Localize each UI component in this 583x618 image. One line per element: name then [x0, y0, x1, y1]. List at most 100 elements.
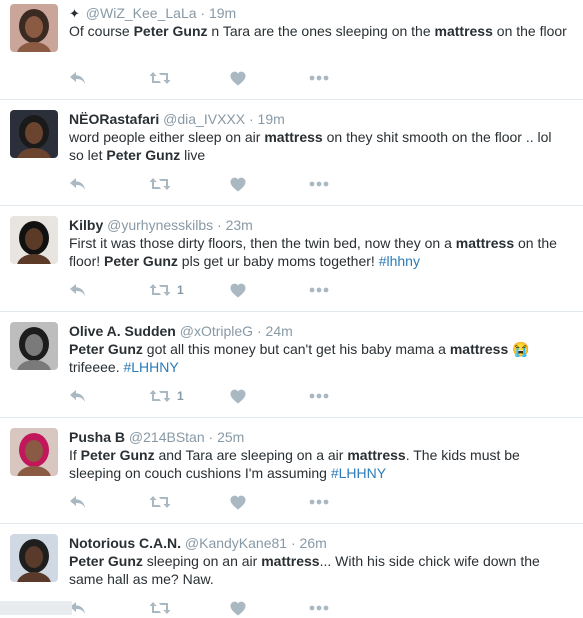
reply-button[interactable] [69, 386, 87, 406]
user-display-name[interactable]: Kilby [69, 217, 103, 233]
like-button[interactable] [230, 174, 246, 194]
more-button[interactable] [309, 386, 329, 406]
tweet-header: Pusha B @214BStan · 25m [69, 428, 244, 446]
tweet-actions: 1 [69, 386, 369, 406]
more-button[interactable] [309, 280, 329, 300]
user-handle[interactable]: @dia_IVXXX [163, 111, 245, 127]
tweet-text: Peter Gunz got all this money but can't … [69, 340, 569, 376]
tweet-actions [69, 174, 369, 194]
text-segment: First it was those dirty floors, then th… [69, 235, 456, 251]
tweet-header: ✦ @WiZ_Kee_LaLa · 19m [69, 4, 236, 23]
tweet: Notorious C.A.N. @KandyKane81 · 26m Pete… [0, 524, 583, 615]
retweet-count: 1 [177, 389, 184, 403]
user-handle[interactable]: @KandyKane81 [185, 535, 287, 551]
user-display-name[interactable]: NËORastafari [69, 111, 159, 127]
text-segment: word people either sleep on air [69, 129, 265, 145]
hashtag-link[interactable]: #LHHNY [331, 465, 386, 481]
avatar[interactable] [10, 4, 58, 52]
bold-keyword: Peter Gunz [133, 23, 208, 39]
text-segment: Of course [69, 23, 134, 39]
heart-icon [230, 495, 246, 510]
user-handle[interactable]: @WiZ_Kee_LaLa [86, 5, 197, 21]
reply-icon [69, 389, 87, 403]
retweet-button[interactable]: 1 [149, 280, 184, 300]
avatar[interactable] [10, 428, 58, 476]
tweet-actions: 1 [69, 280, 369, 300]
separator-dot: · [217, 217, 226, 233]
tweet-text: If Peter Gunz and Tara are sleeping on a… [69, 446, 569, 482]
more-dots-icon [309, 393, 329, 399]
tweet-text: word people either sleep on air mattress… [69, 128, 569, 164]
more-button[interactable] [309, 598, 329, 618]
text-segment: If [69, 447, 81, 463]
reply-button[interactable] [69, 492, 87, 512]
heart-icon [230, 283, 246, 298]
user-handle[interactable]: @214BStan [129, 429, 205, 445]
bold-keyword: Peter Gunz [106, 147, 181, 163]
bold-keyword: Peter Gunz [69, 341, 143, 357]
timestamp[interactable]: 25m [217, 429, 244, 445]
user-handle[interactable]: @xOtripleG [180, 323, 253, 339]
reply-button[interactable] [69, 174, 87, 194]
user-handle[interactable]: @yurhynesskilbs [107, 217, 213, 233]
hashtag-link[interactable]: #lhhny [379, 253, 420, 269]
avatar[interactable] [10, 534, 58, 582]
retweet-button[interactable] [149, 598, 177, 618]
like-button[interactable] [230, 68, 246, 88]
tweet: Pusha B @214BStan · 25m If Peter Gunz an… [0, 418, 583, 524]
reply-icon [69, 177, 87, 191]
tweet: Kilby @yurhynesskilbs · 23m First it was… [0, 206, 583, 312]
timestamp[interactable]: 19m [258, 111, 285, 127]
more-dots-icon [309, 287, 329, 293]
hashtag-link[interactable]: #LHHNY [123, 359, 178, 375]
like-button[interactable] [230, 492, 246, 512]
text-segment: and Tara are sleeping on a air [154, 447, 348, 463]
text-segment: pls get ur baby moms together! [177, 253, 379, 269]
retweet-button[interactable] [149, 492, 177, 512]
retweet-icon [149, 389, 171, 403]
retweet-button[interactable]: 1 [149, 386, 184, 406]
more-button[interactable] [309, 68, 329, 88]
timestamp[interactable]: 19m [209, 5, 236, 21]
avatar[interactable] [10, 110, 58, 158]
user-display-name[interactable]: Notorious C.A.N. [69, 535, 181, 551]
tweet: NËORastafari @dia_IVXXX · 19m word peopl… [0, 100, 583, 206]
tweet-header: Olive A. Sudden @xOtripleG · 24m [69, 322, 293, 340]
heart-icon [230, 71, 246, 86]
tweet-actions [69, 68, 369, 88]
timestamp[interactable]: 24m [266, 323, 293, 339]
text-segment: n Tara are the ones sleeping on the [207, 23, 435, 39]
like-button[interactable] [230, 598, 246, 618]
retweet-icon [149, 495, 171, 509]
retweet-button[interactable] [149, 174, 177, 194]
more-button[interactable] [309, 492, 329, 512]
avatar[interactable] [10, 322, 58, 370]
reply-button[interactable] [69, 280, 87, 300]
tweet-actions [69, 598, 369, 618]
bold-keyword: Peter Gunz [104, 253, 178, 269]
like-button[interactable] [230, 280, 246, 300]
like-button[interactable] [230, 386, 246, 406]
user-display-name[interactable]: Olive A. Sudden [69, 323, 176, 339]
reply-icon [69, 71, 87, 85]
retweet-icon [149, 71, 171, 85]
more-button[interactable] [309, 174, 329, 194]
reply-icon [69, 283, 87, 297]
avatar[interactable] [10, 216, 58, 264]
text-segment: sleeping on an air [142, 553, 262, 569]
retweet-icon [149, 283, 171, 297]
tweet-header: NËORastafari @dia_IVXXX · 19m [69, 110, 285, 128]
more-dots-icon [309, 499, 329, 505]
user-display-name[interactable]: Pusha B [69, 429, 125, 445]
heart-icon [230, 389, 246, 404]
text-segment: got all this money but can't get his bab… [142, 341, 450, 357]
tweet: ✦ @WiZ_Kee_LaLa · 19m Of course Peter Gu… [0, 0, 583, 100]
reply-button[interactable] [69, 68, 87, 88]
retweet-button[interactable] [149, 68, 177, 88]
timestamp[interactable]: 26m [300, 535, 327, 551]
more-dots-icon [309, 75, 329, 81]
bold-keyword: mattress [261, 553, 320, 569]
horizontal-scrollbar[interactable] [0, 601, 72, 615]
timestamp[interactable]: 23m [226, 217, 253, 233]
retweet-count: 1 [177, 283, 184, 297]
